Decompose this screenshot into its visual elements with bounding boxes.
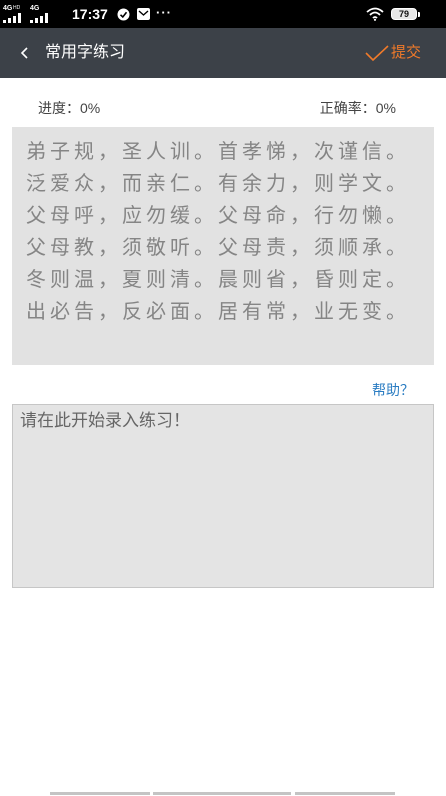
accuracy-stat: 正确率：0% — [320, 98, 396, 118]
wifi-icon — [366, 7, 384, 21]
progress-label: 进度： — [38, 100, 80, 116]
accuracy-value: 0% — [375, 100, 396, 116]
network-type-label: 4G — [3, 5, 13, 12]
network-indicator-2: 4G — [30, 5, 52, 23]
accuracy-label: 正确率： — [319, 100, 376, 116]
network-indicator-1: 4G HD — [3, 5, 25, 23]
more-notifications-icon: ··· — [156, 5, 172, 20]
network-hd-label: HD — [13, 5, 21, 11]
practice-line: 弟子规，圣人训。首孝悌，次谨信。 — [26, 141, 410, 163]
practice-line: 父母呼，应勿缓。父母命，行勿懒。 — [26, 205, 410, 227]
chevron-left-icon — [20, 47, 28, 59]
page-title: 常用字练习 — [45, 44, 126, 61]
practice-line: 泛爱众，而亲仁。有余力，则学文。 — [26, 173, 410, 195]
bottom-bar-segment — [153, 792, 291, 795]
status-bar: 4G HD 4G 17:37 ··· 79 — [0, 0, 446, 28]
practice-line: 父母教，须敬听。父母责，须顺承。 — [26, 237, 410, 259]
typing-input[interactable] — [12, 404, 434, 588]
message-icon — [137, 8, 150, 20]
network-type-label: 4G — [30, 5, 40, 12]
bottom-bar-segment — [295, 792, 395, 795]
battery-icon: 79 — [391, 8, 417, 20]
screen: 4G HD 4G 17:37 ··· 79 常用字练习 提交 进度：0% 正确率… — [0, 0, 446, 796]
practice-line: 出必告，反必面。居有常，业无变。 — [26, 301, 410, 323]
checkmark-icon — [365, 45, 389, 62]
app-header: 常用字练习 提交 — [0, 28, 446, 78]
signal-bars-icon — [3, 13, 21, 23]
submit-button[interactable]: 提交 — [362, 28, 432, 78]
progress-stat: 进度：0% — [38, 98, 100, 118]
battery-nub — [418, 12, 420, 17]
help-link[interactable]: 帮助？ — [372, 380, 414, 400]
signal-bars-icon — [30, 13, 48, 23]
back-button[interactable] — [14, 41, 38, 65]
check-circle-icon — [117, 8, 130, 21]
practice-text-panel: 弟子规，圣人训。首孝悌，次谨信。 泛爱众，而亲仁。有余力，则学文。 父母呼，应勿… — [12, 127, 434, 365]
bottom-bar-segment — [50, 792, 150, 795]
practice-line: 冬则温，夏则清。晨则省，昏则定。 — [26, 269, 410, 291]
battery-level: 79 — [398, 9, 409, 19]
progress-value: 0% — [80, 100, 101, 116]
status-time: 17:37 — [72, 6, 108, 22]
submit-label: 提交 — [391, 44, 422, 61]
